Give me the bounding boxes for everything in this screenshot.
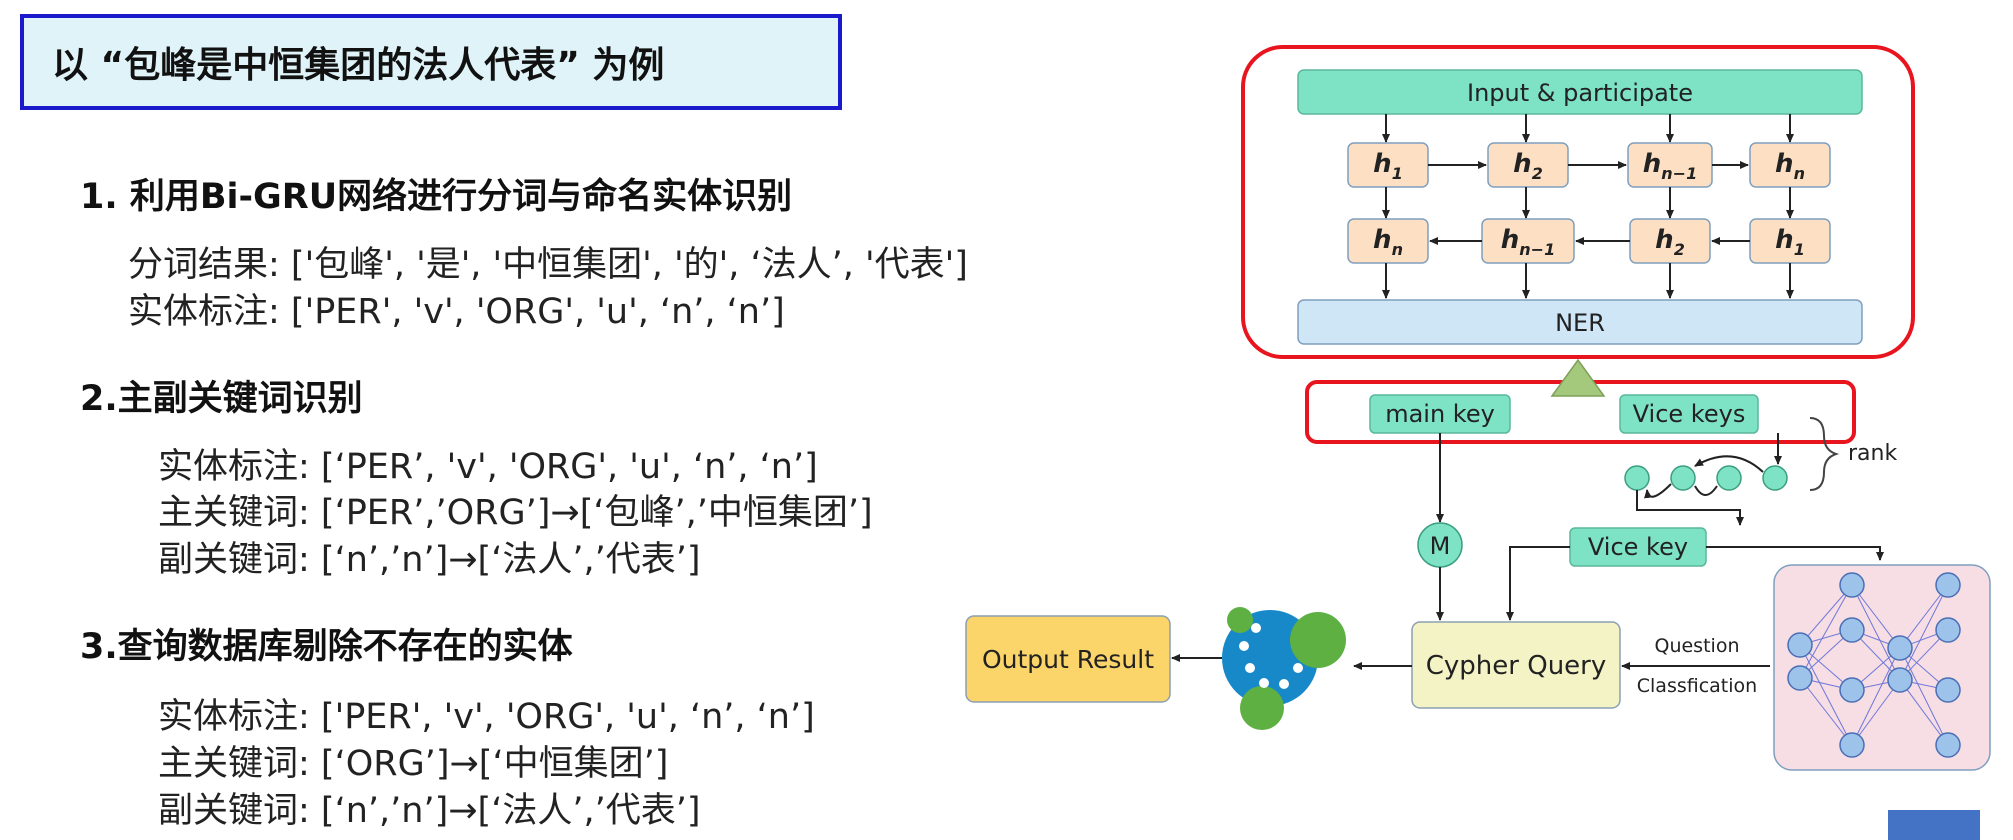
main-key-label: main key: [1385, 400, 1495, 428]
input-label: Input & participate: [1467, 79, 1693, 107]
h-bottom-4-sub: 1: [1794, 240, 1805, 259]
h-top-3-base: h: [1643, 149, 1662, 179]
h-bottom-1-base: h: [1373, 225, 1392, 255]
corner-decoration: [1888, 810, 1980, 840]
rank-node-2: [1670, 465, 1696, 491]
h-top-2-sub: 2: [1532, 164, 1543, 183]
h-bottom-4-base: h: [1775, 225, 1794, 255]
vice-key-label: Vice key: [1588, 533, 1688, 561]
h-top-2-base: h: [1513, 149, 1532, 179]
neo4j-logo-icon: [1222, 607, 1346, 730]
h-top-4-sub: n: [1794, 164, 1805, 183]
neural-network-icon: [1773, 564, 1991, 771]
rank-brace: [1809, 417, 1840, 491]
rank-node-4: [1762, 465, 1788, 491]
rank-node-3: [1716, 465, 1742, 491]
question-label: Question: [1655, 635, 1740, 657]
classification-label: Classfication: [1637, 675, 1757, 697]
rank-node-1: [1624, 465, 1650, 491]
m-label: M: [1430, 532, 1451, 560]
h-bottom-3-sub: 2: [1674, 240, 1685, 259]
ner-label: NER: [1555, 309, 1605, 337]
h-top-1-base: h: [1373, 149, 1392, 179]
up-triangle-icon: [1550, 358, 1606, 397]
h-bottom-2-base: h: [1501, 225, 1520, 255]
h-top-3-sub: n−1: [1661, 164, 1697, 183]
vice-keys-label: Vice keys: [1633, 400, 1746, 428]
h-bottom-2-sub: n−1: [1519, 240, 1555, 259]
architecture-diagram: Input & participate h1 h2 hn−1 hn hn hn−…: [965, 45, 1991, 771]
h-top-4-base: h: [1775, 149, 1794, 179]
h-top-1-sub: 1: [1392, 164, 1403, 183]
cypher-query-label: Cypher Query: [1426, 651, 1607, 681]
h-bottom-1-sub: n: [1392, 240, 1403, 259]
h-bottom-3-base: h: [1655, 225, 1674, 255]
output-result-label: Output Result: [982, 645, 1154, 674]
rank-label: rank: [1848, 441, 1897, 466]
